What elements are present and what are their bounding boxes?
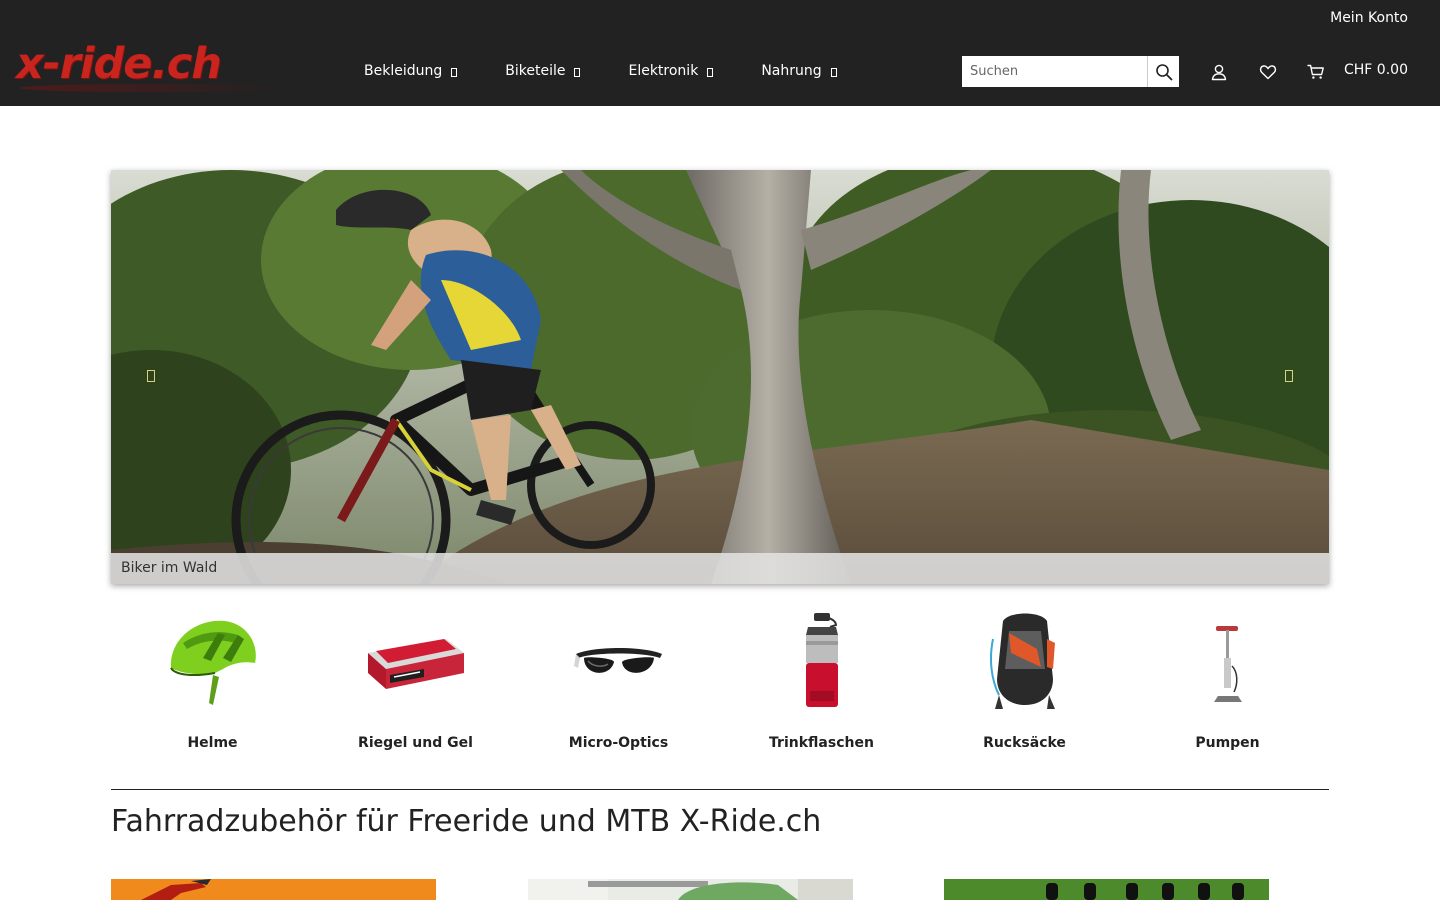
page-headline: Fahrradzubehör für Freeride und MTB X-Ri… bbox=[111, 804, 822, 839]
category-label[interactable]: Rucksäcke bbox=[983, 735, 1066, 751]
chevron-down-icon bbox=[574, 67, 581, 77]
smart-glasses-image[interactable] bbox=[564, 606, 674, 716]
section-divider bbox=[111, 789, 1329, 790]
energy-bar-box-image[interactable] bbox=[361, 606, 471, 716]
teaser-image-2[interactable] bbox=[528, 879, 853, 900]
cart-button[interactable] bbox=[1303, 59, 1329, 85]
nav-item-label: Bekleidung bbox=[364, 63, 443, 79]
category-tiles: Helme Riegel und Gel Micro-Optics Trinkf… bbox=[111, 606, 1329, 766]
category-trinkflaschen[interactable]: Trinkflaschen bbox=[720, 606, 923, 766]
category-pumpen[interactable]: Pumpen bbox=[1126, 606, 1329, 766]
hero-image[interactable] bbox=[111, 170, 1329, 584]
nav-item-label: Elektronik bbox=[628, 63, 699, 79]
search-button[interactable] bbox=[1147, 56, 1179, 87]
category-micro-optics[interactable]: Micro-Optics bbox=[517, 606, 720, 766]
nav-item-label: Biketeile bbox=[505, 63, 566, 79]
cart-total[interactable]: CHF 0.00 bbox=[1344, 62, 1408, 78]
floor-pump-image[interactable] bbox=[1173, 606, 1283, 716]
hero-slider: Biker im Wald bbox=[111, 170, 1329, 584]
chevron-down-icon bbox=[451, 67, 458, 77]
nav-item-label: Nahrung bbox=[761, 63, 822, 79]
chevron-right-icon bbox=[1285, 370, 1293, 382]
search-icon bbox=[1155, 63, 1172, 80]
cart-icon bbox=[1307, 64, 1324, 79]
heart-icon bbox=[1259, 65, 1277, 80]
logo-text: x-ride.ch bbox=[16, 39, 222, 89]
nav-item-bekleidung[interactable]: Bekleidung bbox=[340, 56, 481, 86]
slider-prev-button[interactable] bbox=[143, 366, 159, 386]
slider-next-button[interactable] bbox=[1281, 366, 1297, 386]
water-bottle-image[interactable] bbox=[767, 606, 877, 716]
chevron-left-icon bbox=[147, 370, 155, 382]
category-rucksaecke[interactable]: Rucksäcke bbox=[923, 606, 1126, 766]
my-account-link[interactable]: Mein Konto bbox=[1330, 10, 1408, 26]
main-navigation: Bekleidung Biketeile Elektronik Nahrung bbox=[340, 56, 861, 86]
search-input[interactable] bbox=[962, 56, 1147, 87]
account-button[interactable] bbox=[1206, 59, 1232, 85]
nav-item-elektronik[interactable]: Elektronik bbox=[604, 56, 737, 86]
category-helme[interactable]: Helme bbox=[111, 606, 314, 766]
category-label[interactable]: Micro-Optics bbox=[569, 735, 668, 751]
teaser-image-3[interactable] bbox=[944, 879, 1269, 900]
chevron-down-icon bbox=[830, 67, 837, 77]
search-box bbox=[962, 56, 1179, 87]
user-icon bbox=[1211, 64, 1227, 81]
nav-item-nahrung[interactable]: Nahrung bbox=[737, 56, 860, 86]
slide-caption: Biker im Wald bbox=[111, 553, 1329, 584]
category-label[interactable]: Trinkflaschen bbox=[769, 735, 874, 751]
category-label[interactable]: Pumpen bbox=[1195, 735, 1259, 751]
logo[interactable]: x-ride.ch bbox=[16, 38, 296, 98]
backpack-image[interactable] bbox=[970, 606, 1080, 716]
site-header: Mein Konto x-ride.ch Bekleidung Biketeil… bbox=[0, 0, 1440, 106]
chevron-down-icon bbox=[707, 67, 714, 77]
category-label[interactable]: Helme bbox=[187, 735, 237, 751]
helmet-image[interactable] bbox=[158, 606, 268, 716]
category-label[interactable]: Riegel und Gel bbox=[358, 735, 473, 751]
nav-item-biketeile[interactable]: Biketeile bbox=[481, 56, 604, 86]
category-riegel-und-gel[interactable]: Riegel und Gel bbox=[314, 606, 517, 766]
wishlist-button[interactable] bbox=[1255, 59, 1281, 85]
teaser-image-1[interactable] bbox=[111, 879, 436, 900]
